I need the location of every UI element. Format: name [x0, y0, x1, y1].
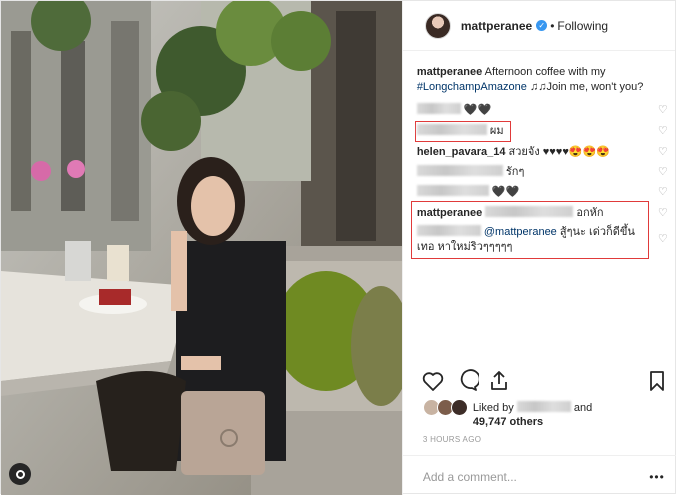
action-bar	[421, 369, 669, 395]
comment-row: helen_pavara_14 สวยจัง ♥♥♥♥😍😍😍 ♡	[417, 145, 669, 160]
blurred-username	[416, 124, 487, 135]
comment-text: รักๆ	[505, 166, 525, 178]
comment-row: 🖤🖤 ♡	[416, 185, 669, 200]
post-side-panel: mattperanee ✓ • Following mattperanee Af…	[401, 1, 676, 495]
comment-row: 🖤🖤 ♡	[416, 103, 669, 118]
comment-row: ผม ♡	[416, 124, 669, 139]
post-caption: mattperanee Afternoon coffee with my #Lo…	[417, 65, 649, 95]
blurred-username	[416, 185, 489, 196]
comment-row: mattperanee อกหัก ♡	[417, 206, 669, 221]
blurred-username	[516, 401, 571, 412]
avatar[interactable]	[424, 12, 451, 39]
following-button[interactable]: Following	[557, 19, 608, 33]
header-username[interactable]: mattperanee	[461, 19, 532, 33]
user-tag-icon[interactable]	[9, 463, 31, 485]
comment-row: @mattperanee สู้ๆนะ เด่วก็ดีขึ้นเทอ หาให…	[416, 225, 643, 255]
liked-by-text[interactable]: Liked by and 49,747 others	[473, 401, 592, 429]
blurred-username	[416, 165, 503, 176]
heart-icon[interactable]	[421, 369, 445, 393]
liker-avatars	[422, 399, 471, 417]
comment-icon[interactable]	[455, 369, 479, 393]
heart-icon[interactable]: ♡	[657, 166, 669, 178]
liked-by-suffix: and	[573, 402, 593, 414]
heart-icon[interactable]: ♡	[657, 233, 669, 245]
comments-list: mattperanee Afternoon coffee with my #Lo…	[410, 65, 669, 259]
heart-icon[interactable]: ♡	[657, 146, 669, 158]
heart-icon[interactable]: ♡	[657, 125, 669, 137]
separator-dot: •	[550, 18, 555, 33]
comment-row: รักๆ ♡	[416, 165, 669, 180]
photo-illustration	[1, 1, 402, 495]
heart-icon[interactable]: ♡	[657, 207, 669, 219]
caption-hashtag[interactable]: #LongchampAmazone	[417, 81, 527, 93]
share-icon[interactable]	[487, 369, 511, 393]
blurred-username	[416, 103, 461, 114]
blurred-text	[485, 206, 574, 217]
more-options-icon[interactable]: •••	[649, 470, 665, 484]
post-header: mattperanee ✓ • Following	[402, 1, 675, 51]
blurred-username	[416, 225, 481, 236]
comment-mention[interactable]: @mattperanee	[484, 226, 557, 238]
heart-icon[interactable]: ♡	[657, 186, 669, 198]
comment-text: สวยจัง ♥♥♥♥😍😍😍	[505, 146, 610, 158]
comment-username[interactable]: helen_pavara_14	[417, 146, 506, 158]
caption-text-2: ♫♫Join me, won't you?	[526, 81, 644, 93]
post-photo[interactable]	[1, 1, 402, 495]
caption-text-1: Afternoon coffee with my	[482, 66, 606, 78]
instagram-post: mattperanee ✓ • Following mattperanee Af…	[0, 0, 676, 495]
comment-text: ผม	[489, 125, 504, 137]
comment-text: 🖤🖤	[463, 104, 492, 116]
add-comment-bar: Add a comment... •••	[402, 455, 676, 495]
caption-username[interactable]: mattperanee	[417, 66, 482, 78]
avatar[interactable]	[450, 399, 468, 416]
liked-by-prefix: Liked by	[472, 402, 514, 414]
comment-text: อกหัก	[576, 207, 604, 219]
likes-count[interactable]: 49,747 others	[473, 416, 543, 428]
comment-input[interactable]: Add a comment...	[423, 470, 517, 484]
comment-username[interactable]: mattperanee	[417, 207, 482, 219]
bookmark-icon[interactable]	[645, 369, 669, 393]
heart-icon[interactable]: ♡	[657, 104, 669, 116]
post-timestamp[interactable]: 3 HOURS AGO	[423, 435, 481, 444]
verified-badge-icon: ✓	[536, 20, 548, 31]
comment-text: 🖤🖤	[491, 186, 520, 198]
